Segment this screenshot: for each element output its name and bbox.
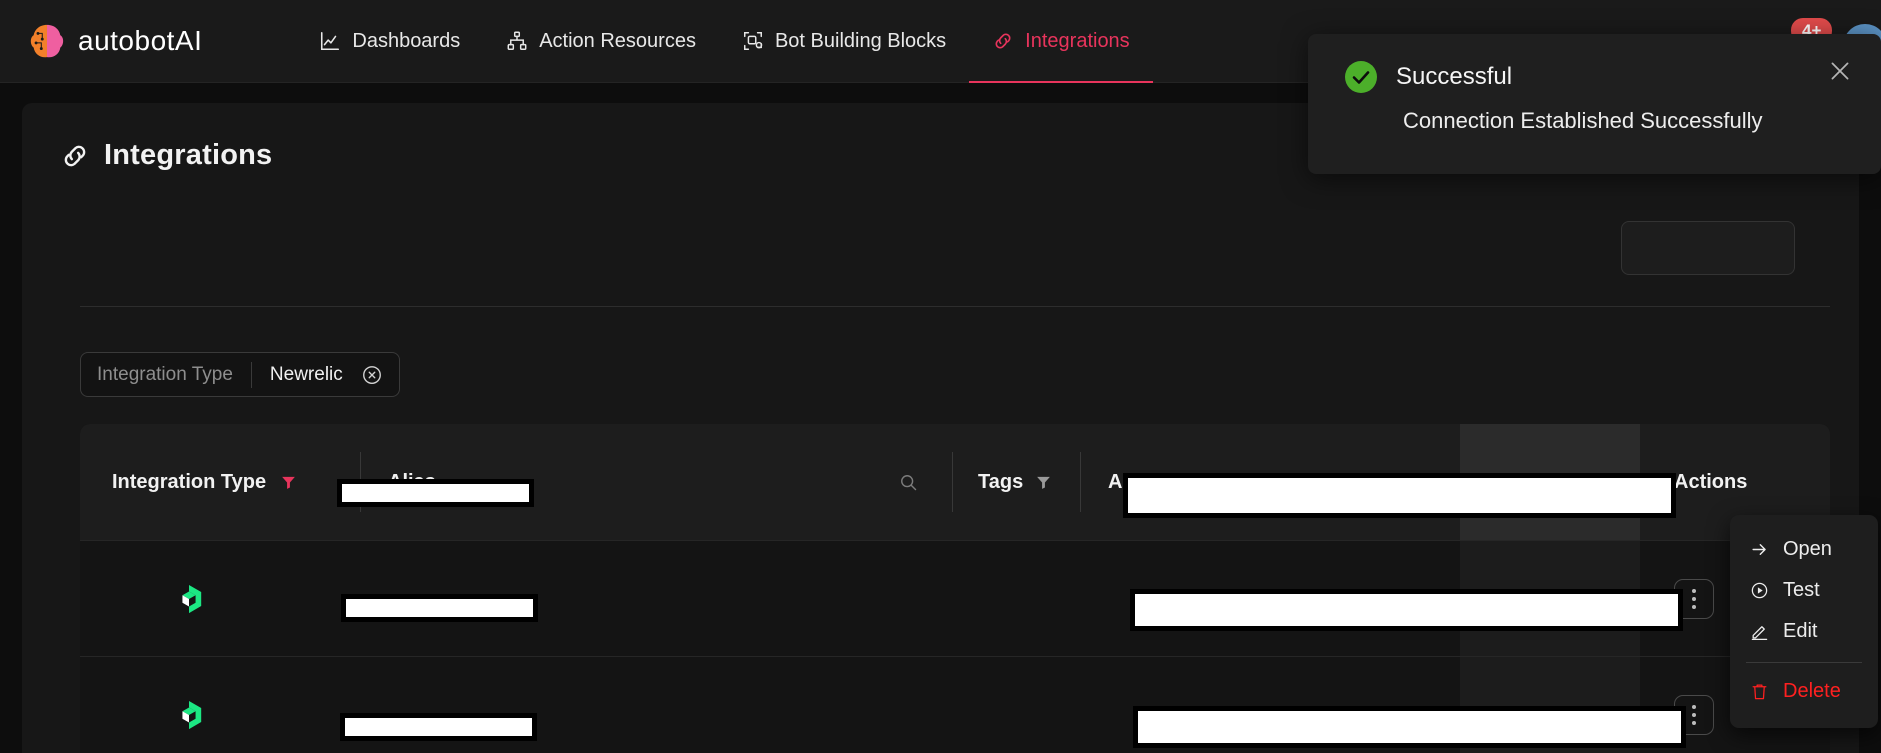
success-toast: Successful Connection Established Succes… [1308, 34, 1881, 174]
close-circle-icon[interactable] [361, 364, 383, 386]
menu-label-open: Open [1783, 538, 1832, 561]
redacted-account-id-value [1130, 589, 1683, 631]
page-title: Integrations [104, 139, 272, 172]
column-label-tags: Tags [978, 471, 1023, 494]
nav-item-action-resources[interactable]: Action Resources [483, 0, 719, 83]
menu-divider [1746, 662, 1862, 663]
redacted-alias-value [337, 479, 534, 507]
cell-tags [952, 541, 1080, 657]
cell-integration-type [80, 541, 360, 657]
menu-label-test: Test [1783, 579, 1820, 602]
integrations-panel: Integrations Integration Type Newrelic I… [22, 103, 1859, 753]
column-header-tags[interactable]: Tags [952, 424, 1080, 540]
menu-item-delete[interactable]: Delete [1730, 671, 1878, 712]
brand-name: autobotAI [78, 25, 202, 57]
filter-chip-label: Integration Type [97, 364, 233, 386]
nav-label-bot-building-blocks: Bot Building Blocks [775, 30, 946, 53]
pencil-icon [1750, 622, 1769, 641]
arrow-right-icon [1750, 540, 1769, 559]
cell-integration-type [80, 657, 360, 753]
toast-header: Successful [1308, 34, 1881, 94]
nav-item-dashboards[interactable]: Dashboards [296, 0, 483, 83]
redacted-account-id-value [1123, 473, 1676, 518]
newrelic-logo-icon [174, 583, 204, 615]
active-filter-chip[interactable]: Integration Type Newrelic [80, 352, 400, 397]
chart-line-icon [319, 30, 341, 52]
bot-blocks-icon [742, 30, 764, 52]
close-icon[interactable] [1827, 58, 1853, 84]
redacted-alias-value [341, 594, 538, 622]
add-integration-button[interactable] [1621, 221, 1795, 275]
link-icon [60, 141, 90, 171]
newrelic-logo-icon [174, 699, 204, 731]
play-circle-icon [1750, 581, 1769, 600]
column-header-integration-type[interactable]: Integration Type [80, 424, 360, 540]
chip-separator [251, 362, 252, 388]
toast-message: Connection Established Successfully [1308, 94, 1881, 134]
nav-label-dashboards: Dashboards [352, 30, 460, 53]
menu-label-delete: Delete [1783, 680, 1841, 703]
nav-item-bot-building-blocks[interactable]: Bot Building Blocks [719, 0, 969, 83]
header-divider-line [1080, 452, 1081, 512]
redacted-alias-value [340, 713, 537, 741]
nav-item-integrations[interactable]: Integrations [969, 0, 1153, 83]
link-icon [992, 30, 1014, 52]
nav-label-action-resources: Action Resources [539, 30, 696, 53]
header-divider [80, 306, 1830, 307]
search-icon[interactable] [898, 472, 918, 492]
app-root: autobotAI Dashboards [0, 0, 1881, 753]
column-label-actions: Actions [1674, 471, 1747, 494]
header-divider-line [952, 452, 953, 512]
menu-item-test[interactable]: Test [1730, 570, 1878, 611]
column-label-integration-type: Integration Type [112, 471, 266, 494]
toast-title: Successful [1396, 63, 1512, 91]
menu-item-open[interactable]: Open [1730, 529, 1878, 570]
brain-logo-icon [28, 22, 66, 60]
brand-logo-area[interactable]: autobotAI [28, 22, 202, 60]
menu-label-edit: Edit [1783, 620, 1817, 643]
filter-chip-value: Newrelic [270, 364, 343, 386]
cell-tags [952, 657, 1080, 753]
sitemap-icon [506, 30, 528, 52]
funnel-icon[interactable] [280, 474, 297, 491]
trash-icon [1750, 682, 1769, 701]
check-circle-icon [1344, 60, 1378, 94]
nav-items: Dashboards Action Resources [296, 0, 1152, 83]
funnel-icon[interactable] [1035, 474, 1052, 491]
menu-item-edit[interactable]: Edit [1730, 611, 1878, 652]
redacted-account-id-value [1133, 706, 1686, 748]
actions-dropdown-menu: Open Test Edit [1730, 515, 1878, 728]
nav-label-integrations: Integrations [1025, 30, 1130, 53]
